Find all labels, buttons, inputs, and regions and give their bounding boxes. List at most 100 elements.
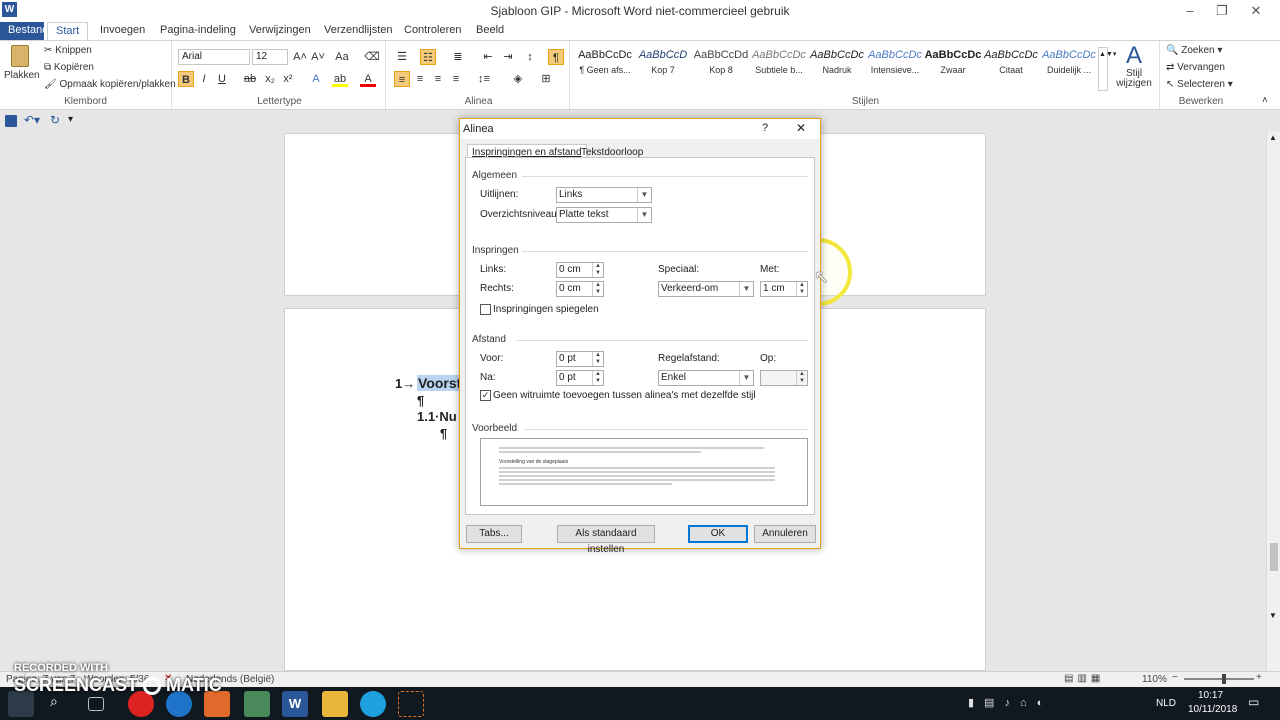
no-space-same-style-checkbox[interactable]: ✓ <box>480 390 491 401</box>
vertical-scrollbar[interactable]: ▲ ▼ <box>1266 131 1280 671</box>
spin-arrows-icon[interactable]: ▲ ▼ <box>592 371 603 385</box>
style-intensieve-nadruk[interactable]: AaBbCcDc Intensieve... <box>866 45 924 91</box>
network-app-icon[interactable] <box>244 691 270 717</box>
indent-by-spinner[interactable]: 1 cm ▲ ▼ <box>760 281 808 297</box>
style-subtiele-benadrukking[interactable]: AaBbCcDc Subtiele b... <box>750 45 808 91</box>
style-geen-afstand[interactable]: AaBbCcDc ¶ Geen afs... <box>576 45 634 91</box>
strikethrough-button[interactable]: ab <box>242 71 258 87</box>
tab-pagina-indeling[interactable]: Pagina-indeling <box>152 22 244 40</box>
view-buttons[interactable]: ▤▥▦ <box>1064 673 1104 684</box>
tab-start[interactable]: Start <box>47 22 89 40</box>
style-zwaar[interactable]: AaBbCcDc Zwaar <box>924 45 982 91</box>
maximize-icon[interactable]: ❐ <box>1206 0 1238 22</box>
cut-button[interactable]: ✂ Knippen <box>44 45 92 56</box>
undo-icon[interactable]: ↶▾ <box>24 113 40 127</box>
numbering-icon[interactable]: ☷ <box>420 49 436 65</box>
spin-arrows-icon[interactable]: ▲ ▼ <box>592 263 603 277</box>
paste-button[interactable]: Plakken <box>4 45 40 91</box>
dialog-help-button[interactable]: ? <box>762 122 768 134</box>
language-indicator[interactable]: NLD <box>1156 698 1176 709</box>
tab-beeld[interactable]: Beeld <box>468 22 512 40</box>
style-nadruk[interactable]: AaBbCcDc Nadruk <box>808 45 866 91</box>
change-case-icon[interactable]: Aa <box>334 49 350 65</box>
redo-icon[interactable]: ↻ <box>50 113 60 127</box>
borders-icon[interactable]: ⊞ <box>538 71 554 87</box>
cancel-button[interactable]: Annuleren <box>754 525 816 543</box>
font-size-combo[interactable]: 12 <box>252 49 288 65</box>
highlight-icon[interactable]: ab <box>332 71 348 87</box>
tab-bestand[interactable]: Bestand <box>0 22 48 40</box>
notification-icon[interactable]: ▭ <box>1248 695 1259 709</box>
outline-level-dropdown[interactable]: Platte tekst ▼ <box>556 207 652 223</box>
show-formatting-icon[interactable]: ¶ <box>548 49 564 65</box>
minimize-icon[interactable]: – <box>1174 0 1206 22</box>
scroll-thumb[interactable] <box>1270 543 1278 571</box>
zoom-in-icon[interactable]: + <box>1256 672 1262 683</box>
spin-arrows-icon[interactable]: ▲ ▼ <box>796 371 807 385</box>
style-kop-7[interactable]: AaBbCcD Kop 7 <box>634 45 692 91</box>
spacing-before-spinner[interactable]: 0 pt ▲ ▼ <box>556 351 604 367</box>
tab-verwijzingen[interactable]: Verwijzingen <box>241 22 319 40</box>
special-indent-dropdown[interactable]: Verkeerd-om ▼ <box>658 281 754 297</box>
mirror-indents-checkbox[interactable] <box>480 304 491 315</box>
style-kop-8[interactable]: AaBbCcDd Kop 8 <box>692 45 750 91</box>
justify-icon[interactable]: ≡ <box>448 71 464 87</box>
alignment-dropdown[interactable]: Links ▼ <box>556 187 652 203</box>
font-color-icon[interactable]: A <box>360 71 376 87</box>
superscript-button[interactable]: x² <box>280 71 296 87</box>
sort-icon[interactable]: ↕ <box>522 49 538 65</box>
indent-right-spinner[interactable]: 0 cm ▲ ▼ <box>556 281 604 297</box>
shrink-font-icon[interactable]: A˅ <box>310 49 326 65</box>
tabs-button[interactable]: Tabs... <box>466 525 522 543</box>
ok-button[interactable]: OK <box>688 525 748 543</box>
dialog-close-button[interactable]: ✕ <box>796 121 806 135</box>
copy-button[interactable]: ⧉ Kopiëren <box>44 62 94 73</box>
file-explorer-icon[interactable] <box>322 691 348 717</box>
line-spacing-dropdown[interactable]: Enkel ▼ <box>658 370 754 386</box>
word-taskbar-icon[interactable]: W <box>282 691 308 717</box>
clock-time[interactable]: 10:17 <box>1198 690 1223 701</box>
clear-format-icon[interactable]: ⌫ <box>364 49 380 65</box>
task-view-icon[interactable] <box>88 697 104 711</box>
font-name-combo[interactable]: Arial <box>178 49 250 65</box>
spacing-after-spinner[interactable]: 0 pt ▲ ▼ <box>556 370 604 386</box>
align-center-icon[interactable]: ≡ <box>412 71 428 87</box>
subscript-button[interactable]: x₂ <box>262 71 278 87</box>
italic-button[interactable]: I <box>196 71 212 87</box>
customize-qat-icon[interactable]: ▾ <box>68 114 73 125</box>
multilevel-list-icon[interactable]: ≣ <box>450 49 466 65</box>
select-button[interactable]: ↖ Selecteren ▾ <box>1166 79 1233 90</box>
spin-arrows-icon[interactable]: ▲ ▼ <box>796 282 807 296</box>
spin-arrows-icon[interactable]: ▲ ▼ <box>592 352 603 366</box>
heading-1-text[interactable]: Voorst <box>417 375 463 391</box>
underline-button[interactable]: U <box>214 71 230 87</box>
align-left-icon[interactable]: ≡ <box>394 71 410 87</box>
align-right-icon[interactable]: ≡ <box>430 71 446 87</box>
spin-arrows-icon[interactable]: ▲ ▼ <box>592 282 603 296</box>
heading-2-text[interactable]: 1.1·Nu <box>417 409 457 424</box>
indent-left-spinner[interactable]: 0 cm ▲ ▼ <box>556 262 604 278</box>
zoom-level[interactable]: 110% <box>1142 674 1167 685</box>
change-styles-button[interactable]: A Stijl wijzigen <box>1112 43 1156 89</box>
text-effects-icon[interactable]: A <box>308 71 324 87</box>
clock-date[interactable]: 10/11/2018 <box>1188 704 1237 715</box>
tab-invoegen[interactable]: Invoegen <box>92 22 153 40</box>
increase-indent-icon[interactable]: ⇥ <box>500 49 516 65</box>
set-as-default-button[interactable]: Als standaard instellen <box>557 525 655 555</box>
save-icon[interactable] <box>5 115 17 127</box>
find-button[interactable]: 🔍 Zoeken ▾ <box>1166 45 1222 56</box>
grow-font-icon[interactable]: A˄ <box>292 49 308 65</box>
scroll-down-icon[interactable]: ▼ <box>1269 611 1277 620</box>
format-painter-button[interactable]: 🖌 Opmaak kopiëren/plakken <box>44 79 176 90</box>
styles-more-icon[interactable]: ▲▼▾ <box>1098 47 1116 91</box>
screencast-icon[interactable] <box>398 691 424 717</box>
line-spacing-at-spinner[interactable]: ▲ ▼ <box>760 370 808 386</box>
tab-controleren[interactable]: Controleren <box>396 22 469 40</box>
line-spacing-icon[interactable]: ↕≡ <box>476 71 492 87</box>
zoom-thumb[interactable] <box>1222 674 1226 684</box>
tray-icons[interactable]: ▮▤♪⌂◐ <box>968 696 1053 709</box>
close-window-icon[interactable]: ✕ <box>1240 0 1272 22</box>
bullets-icon[interactable]: ☰ <box>394 49 410 65</box>
scroll-up-icon[interactable]: ▲ <box>1269 133 1277 142</box>
style-citaat[interactable]: AaBbCcDc Citaat <box>982 45 1040 91</box>
